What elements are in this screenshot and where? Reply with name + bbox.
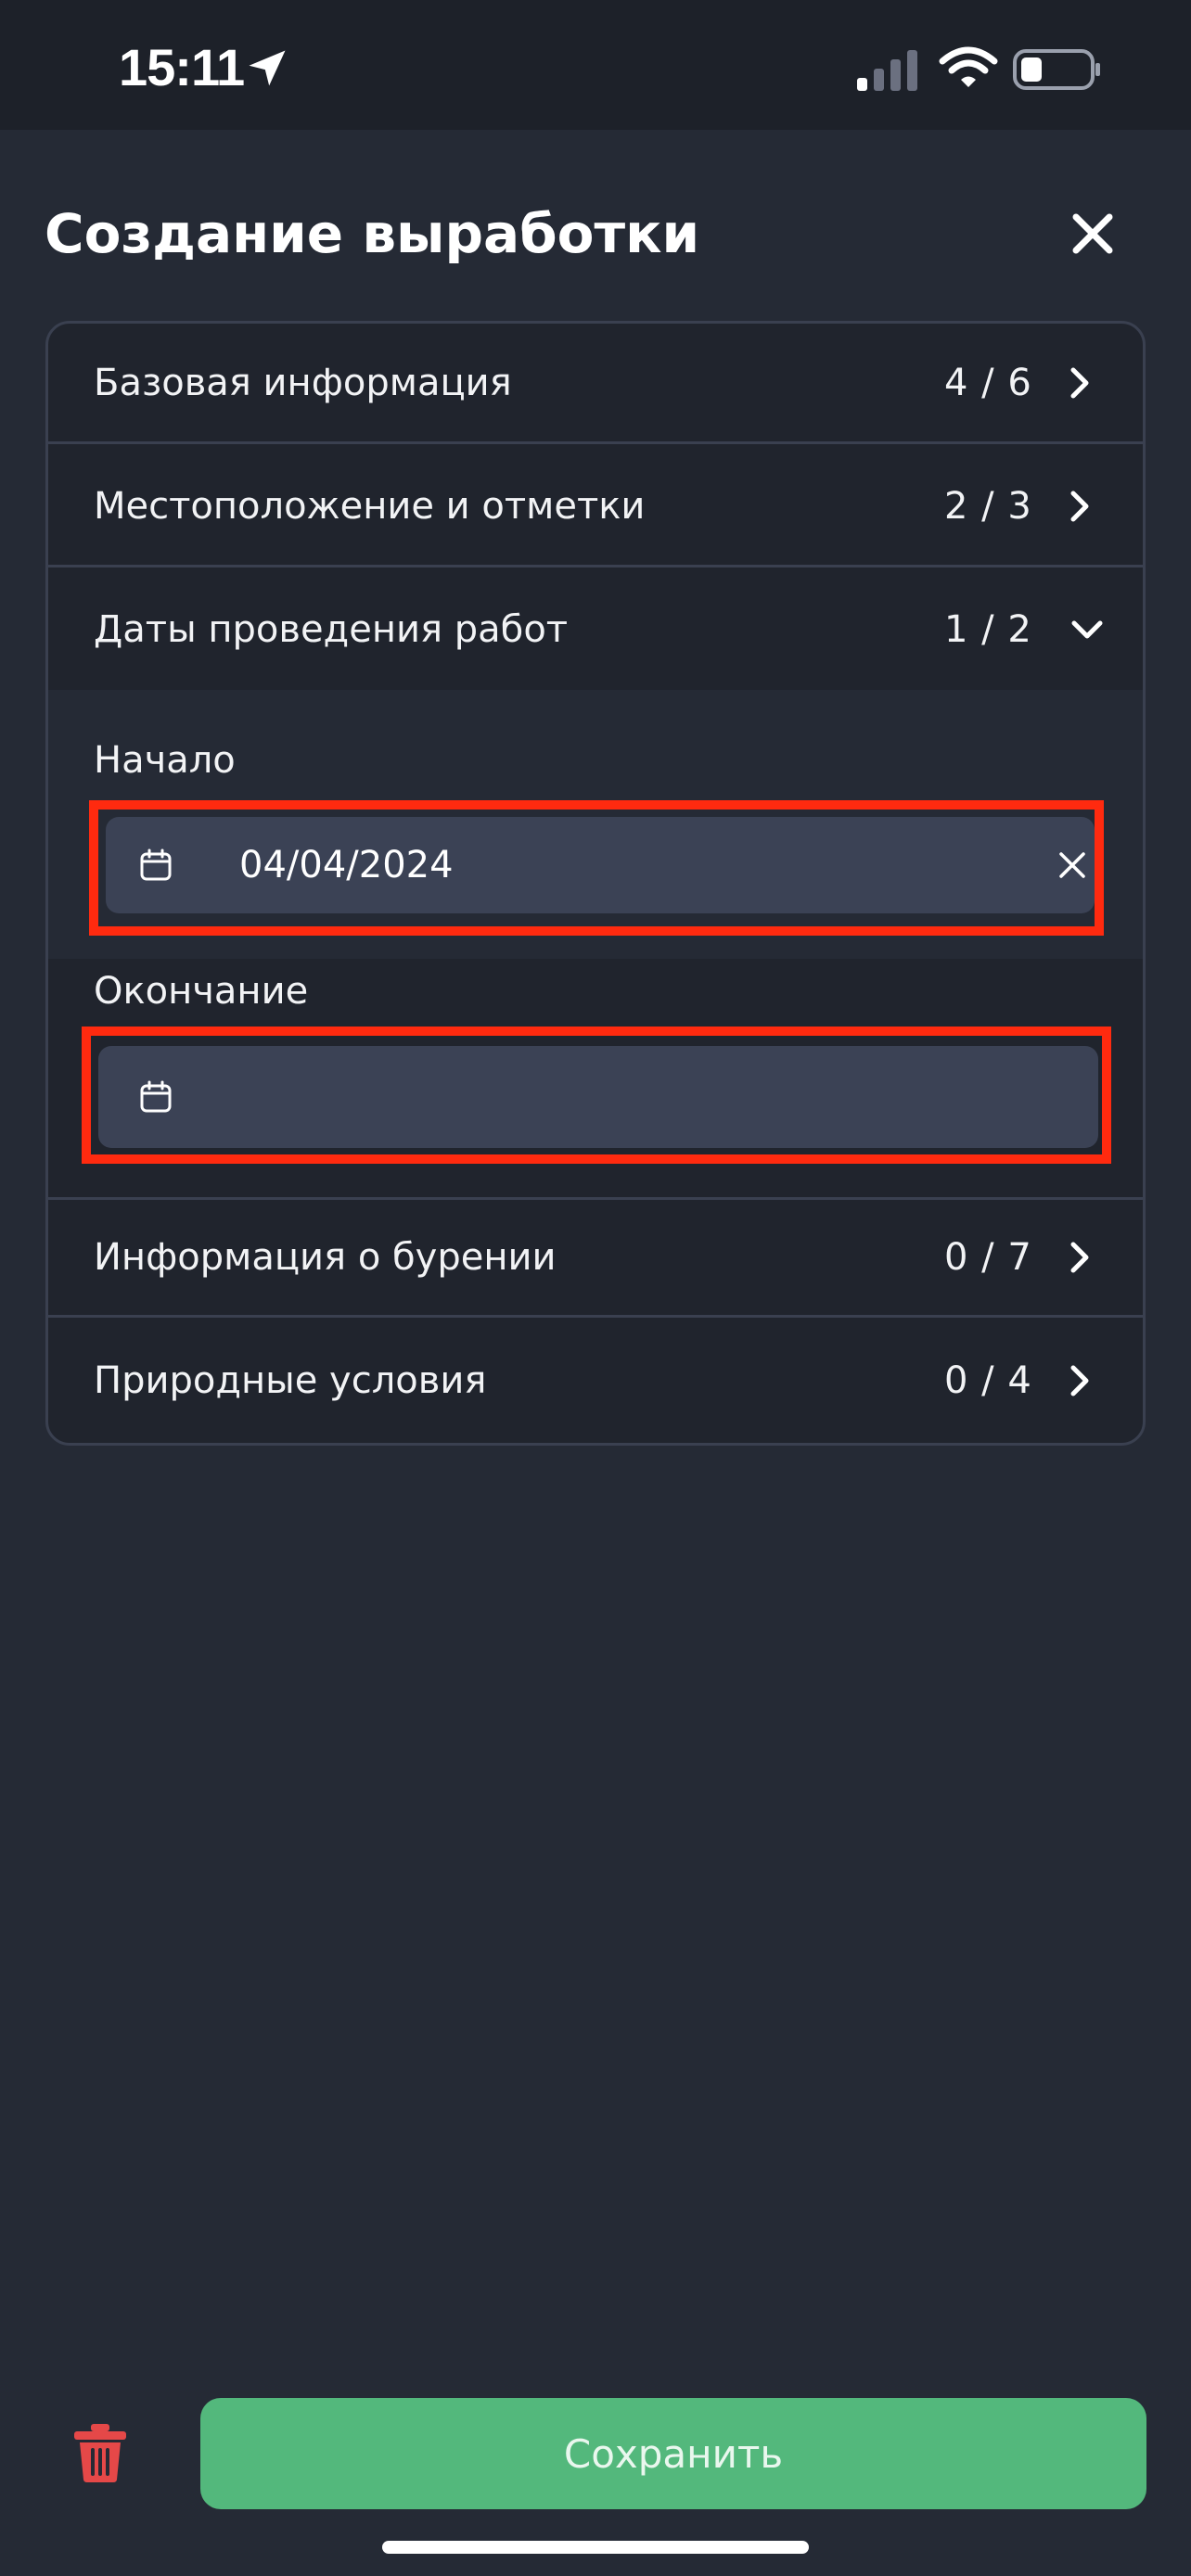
section-count: 0 / 4	[944, 1359, 1032, 1402]
wifi-icon	[939, 46, 998, 87]
section-count: 2 / 3	[944, 484, 1032, 528]
section-drilling-info[interactable]: Информация о бурении 0 / 7	[48, 1197, 1143, 1318]
chevron-down-icon	[1071, 620, 1103, 639]
section-basic-info[interactable]: Базовая информация 4 / 6	[48, 324, 1143, 444]
start-date-value: 04/04/2024	[239, 844, 454, 886]
start-date-input[interactable]: 04/04/2024	[106, 817, 1095, 913]
cellular-signal-icon	[857, 50, 917, 91]
chevron-right-icon	[1070, 491, 1089, 521]
section-location[interactable]: Местоположение и отметки 2 / 3	[48, 447, 1143, 567]
section-count: 1 / 2	[944, 608, 1032, 651]
location-arrow-icon	[249, 50, 286, 86]
section-label: Даты проведения работ	[94, 608, 569, 651]
save-button[interactable]: Сохранить	[200, 2398, 1146, 2509]
start-date-label: Начало	[94, 739, 236, 782]
status-bar: 15:11	[0, 0, 1191, 130]
screen: 15:11 Создание выработки Базовая информа…	[0, 0, 1191, 2576]
battery-icon	[1013, 49, 1100, 90]
chevron-right-icon	[1070, 1365, 1089, 1396]
page-title: Создание выработки	[45, 202, 700, 265]
section-count: 4 / 6	[944, 361, 1032, 404]
section-count: 0 / 7	[944, 1236, 1032, 1279]
clear-icon[interactable]	[1056, 848, 1089, 882]
status-time: 15:11	[119, 38, 245, 96]
end-date-input[interactable]	[98, 1046, 1098, 1148]
end-date-label: Окончание	[94, 970, 309, 1013]
sections-card: Базовая информация 4 / 6 Местоположение …	[45, 321, 1146, 1446]
chevron-right-icon	[1070, 367, 1089, 398]
section-label: Базовая информация	[94, 361, 512, 404]
section-label: Местоположение и отметки	[94, 484, 646, 528]
chevron-right-icon	[1070, 1242, 1089, 1273]
section-natural-conditions[interactable]: Природные условия 0 / 4	[48, 1320, 1143, 1441]
calendar-icon	[140, 1080, 172, 1113]
home-indicator	[382, 2541, 809, 2554]
section-work-dates[interactable]: Даты проведения работ 1 / 2	[48, 569, 1143, 690]
trash-icon[interactable]	[72, 2422, 128, 2483]
close-button[interactable]	[1063, 204, 1122, 263]
section-label: Информация о бурении	[94, 1236, 557, 1279]
close-icon	[1072, 213, 1113, 254]
calendar-icon	[140, 848, 172, 881]
section-label: Природные условия	[94, 1359, 487, 1402]
